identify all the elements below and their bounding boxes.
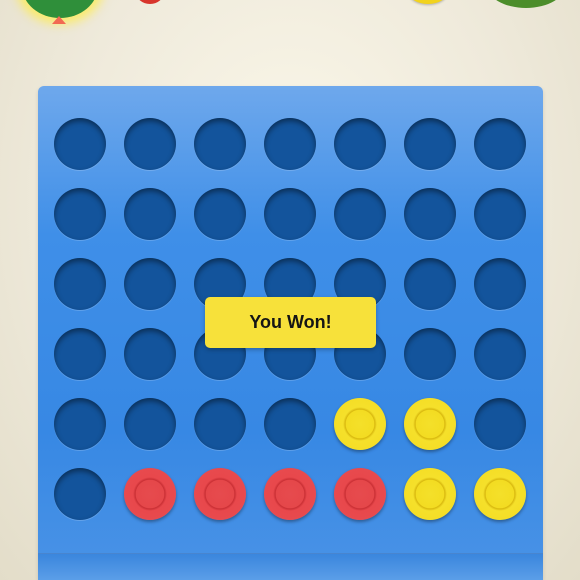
board-slot[interactable]: [404, 258, 456, 310]
board-slot[interactable]: [124, 258, 176, 310]
board-slot[interactable]: [474, 398, 526, 450]
board-slot[interactable]: [54, 468, 106, 520]
board-slot[interactable]: [474, 258, 526, 310]
board-slot[interactable]: [334, 118, 386, 170]
red-piece[interactable]: [334, 468, 386, 520]
board-slot[interactable]: [124, 188, 176, 240]
win-message: You Won!: [249, 312, 332, 332]
board-slot[interactable]: [54, 188, 106, 240]
turn-indicator-icon: [52, 16, 66, 24]
yellow-piece[interactable]: [404, 398, 456, 450]
board-slot[interactable]: [474, 118, 526, 170]
red-chip-icon: [136, 0, 164, 4]
board-slot[interactable]: [474, 328, 526, 380]
board-base: [38, 553, 543, 580]
board-slot[interactable]: [124, 118, 176, 170]
win-banner: You Won!: [205, 297, 376, 348]
board-slot[interactable]: [264, 188, 316, 240]
board-slot[interactable]: [54, 328, 106, 380]
board-slot[interactable]: [54, 398, 106, 450]
board-slot[interactable]: [404, 118, 456, 170]
yellow-piece[interactable]: [404, 468, 456, 520]
red-piece[interactable]: [124, 468, 176, 520]
board-slot[interactable]: [194, 188, 246, 240]
board-slot[interactable]: [334, 188, 386, 240]
top-bar: [0, 0, 580, 40]
yellow-piece[interactable]: [474, 468, 526, 520]
red-piece[interactable]: [194, 468, 246, 520]
board-slot[interactable]: [54, 118, 106, 170]
board-slot[interactable]: [264, 398, 316, 450]
board-slot[interactable]: [404, 188, 456, 240]
yellow-piece[interactable]: [334, 398, 386, 450]
player-avatar-right[interactable]: [486, 0, 566, 8]
board-slot[interactable]: [404, 328, 456, 380]
board-slot[interactable]: [194, 398, 246, 450]
board-slot[interactable]: [194, 118, 246, 170]
board-slot[interactable]: [124, 398, 176, 450]
yellow-chip-icon: [408, 0, 448, 4]
red-piece[interactable]: [264, 468, 316, 520]
board-slot[interactable]: [474, 188, 526, 240]
board-slot[interactable]: [264, 118, 316, 170]
board-slot[interactable]: [54, 258, 106, 310]
board-slot[interactable]: [124, 328, 176, 380]
